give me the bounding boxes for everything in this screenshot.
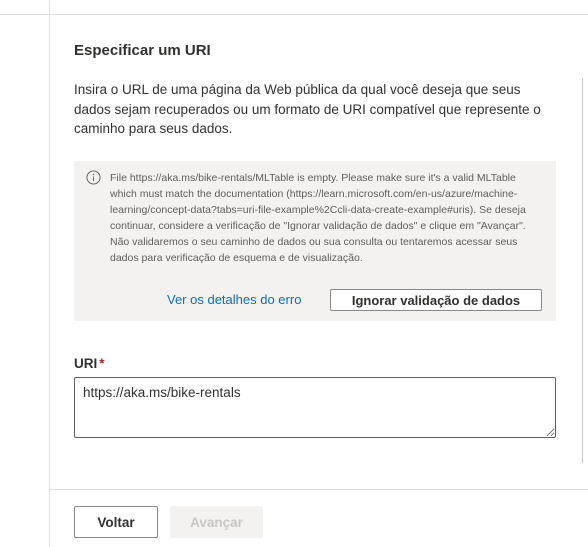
footer-divider <box>49 489 588 490</box>
section-title: Especificar um URI <box>74 42 211 59</box>
required-marker: * <box>99 356 105 371</box>
wizard-panel: Especificar um URI Insira o URL de uma p… <box>0 0 588 547</box>
uri-input[interactable]: https://aka.ms/bike-rentals <box>74 377 556 438</box>
info-icon <box>86 170 101 185</box>
ignore-validation-button[interactable]: Ignorar validação de dados <box>330 289 542 311</box>
validation-message-bar: File https://aka.ms/bike-rentals/MLTable… <box>74 161 556 321</box>
scrollbar[interactable] <box>582 78 583 463</box>
validation-message-text: File https://aka.ms/bike-rentals/MLTable… <box>110 172 526 264</box>
section-description: Insira o URL de uma página da Web públic… <box>74 82 541 136</box>
next-button[interactable]: Avançar <box>170 506 263 538</box>
uri-label-text: URI <box>74 356 98 371</box>
view-error-details-link[interactable]: Ver os detalhes do erro <box>167 292 301 307</box>
back-button[interactable]: Voltar <box>74 506 158 538</box>
left-divider <box>49 0 50 547</box>
top-border <box>0 14 588 15</box>
uri-label: URI * <box>74 356 105 371</box>
